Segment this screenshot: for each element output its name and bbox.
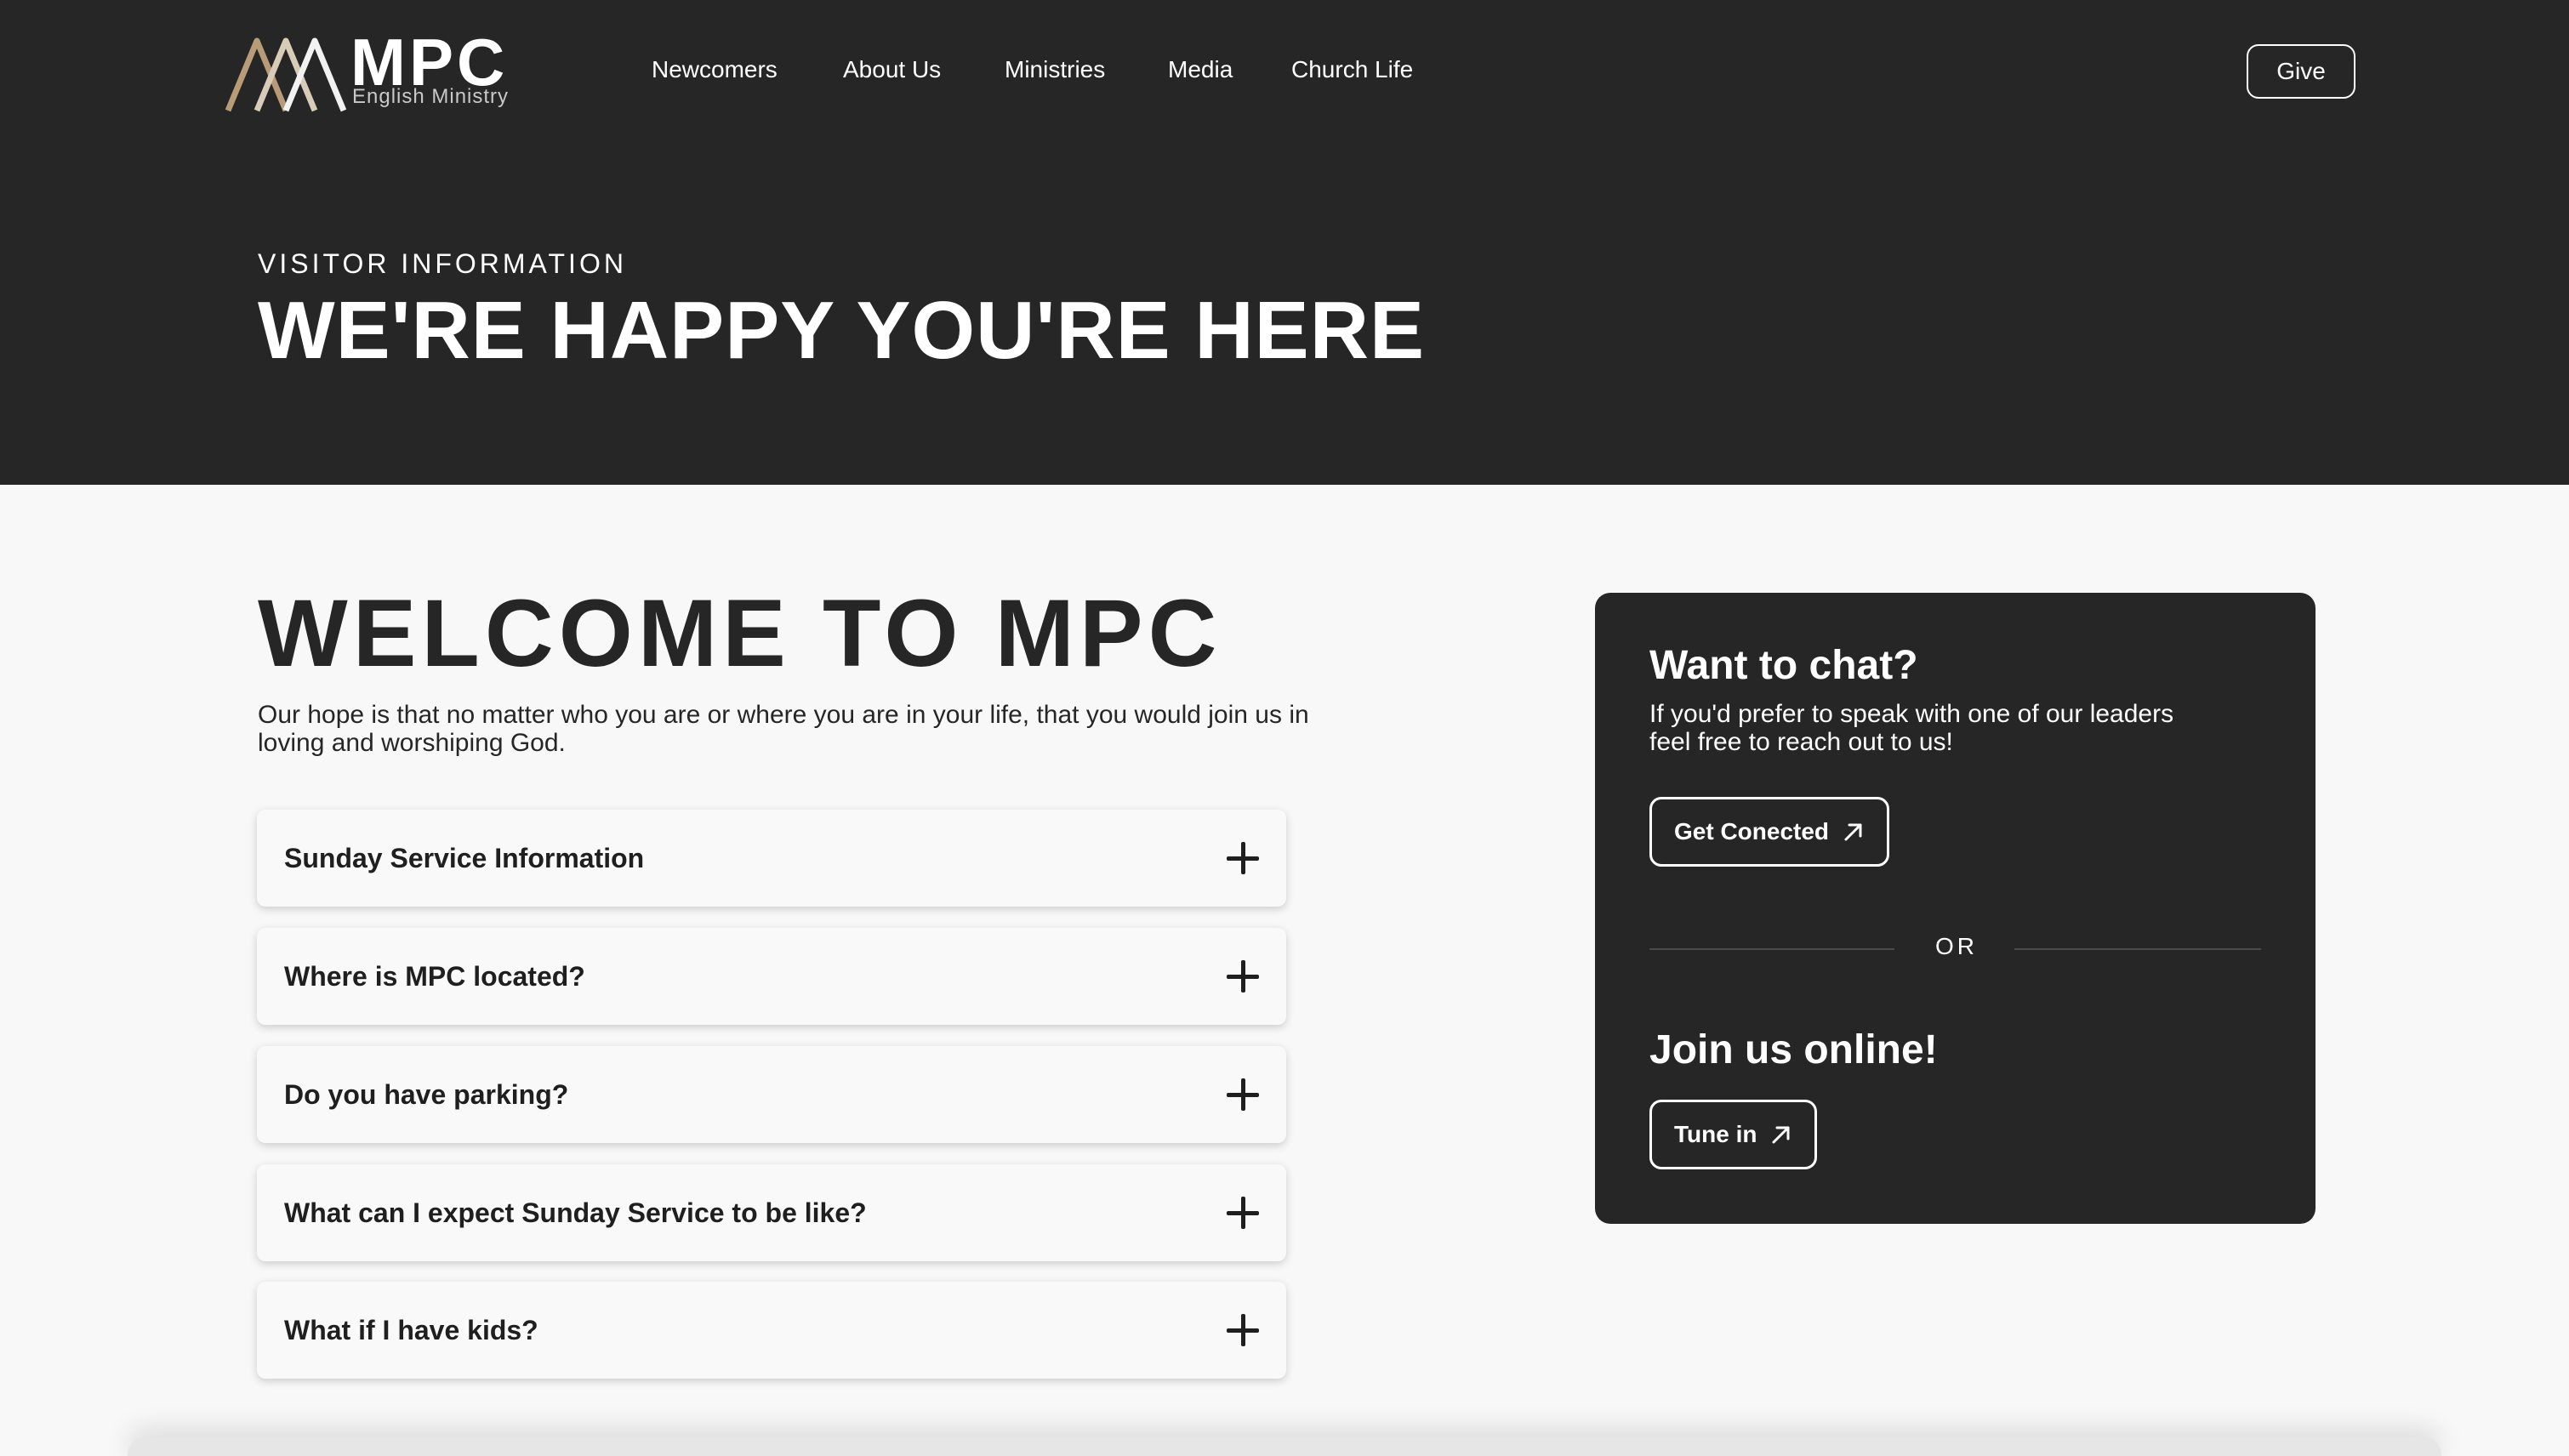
give-button[interactable]: Give [2247, 44, 2355, 99]
chat-heading: Want to chat? [1649, 643, 1918, 688]
next-section-edge [128, 1437, 2441, 1456]
arrow-up-right-icon [1844, 823, 1862, 841]
nav-church-life[interactable]: Church Life [1291, 56, 1413, 83]
welcome-text: Our hope is that no matter who you are o… [258, 701, 1309, 757]
chat-text: If you'd prefer to speak with one of our… [1649, 700, 2174, 756]
online-heading: Join us online! [1649, 1027, 1938, 1072]
faq-item-sunday-service[interactable]: Sunday Service Information [257, 810, 1286, 907]
faq-question: What can I expect Sunday Service to be l… [284, 1197, 867, 1228]
nav-about-us[interactable]: About Us [843, 56, 941, 83]
plus-icon[interactable] [1227, 1197, 1259, 1229]
hero-section: MPC English Ministry Newcomers About Us … [0, 0, 2569, 485]
get-connected-button[interactable]: Get Conected [1649, 797, 1890, 867]
faq-item-location[interactable]: Where is MPC located? [257, 928, 1286, 1025]
get-connected-label: Get Conected [1674, 818, 1830, 845]
nav-ministries[interactable]: Ministries [1005, 56, 1105, 83]
hero-eyebrow: VISITOR INFORMATION [258, 248, 627, 279]
welcome-title: WELCOME TO MPC [258, 580, 1222, 686]
plus-icon[interactable] [1227, 1078, 1259, 1111]
arrow-up-right-icon [1772, 1126, 1790, 1144]
faq-question: What if I have kids? [284, 1314, 538, 1345]
contact-card: Want to chat? If you'd prefer to speak w… [1595, 593, 2316, 1224]
nav-newcomers[interactable]: Newcomers [652, 56, 778, 83]
plus-icon[interactable] [1227, 1314, 1259, 1346]
faq-item-kids[interactable]: What if I have kids? [257, 1282, 1286, 1379]
faq-item-expectations[interactable]: What can I expect Sunday Service to be l… [257, 1164, 1286, 1261]
faq-question: Where is MPC located? [284, 960, 585, 992]
faq-question: Sunday Service Information [284, 842, 645, 873]
logo-mark-icon [225, 37, 347, 112]
tune-in-button[interactable]: Tune in [1649, 1100, 1818, 1169]
logo-subtitle: English Ministry [352, 85, 510, 108]
divider-left [1649, 948, 1894, 950]
or-separator: OR [1935, 933, 1978, 959]
tune-in-label: Tune in [1674, 1121, 1757, 1147]
site-logo[interactable]: MPC English Ministry [223, 29, 529, 116]
plus-icon[interactable] [1227, 842, 1259, 874]
faq-question: Do you have parking? [284, 1078, 569, 1110]
plus-icon[interactable] [1227, 960, 1259, 992]
divider-right [2014, 948, 2261, 950]
faq-item-parking[interactable]: Do you have parking? [257, 1046, 1286, 1143]
hero-title: WE'RE HAPPY YOU'RE HERE [258, 285, 1426, 376]
nav-media[interactable]: Media [1168, 56, 1233, 83]
